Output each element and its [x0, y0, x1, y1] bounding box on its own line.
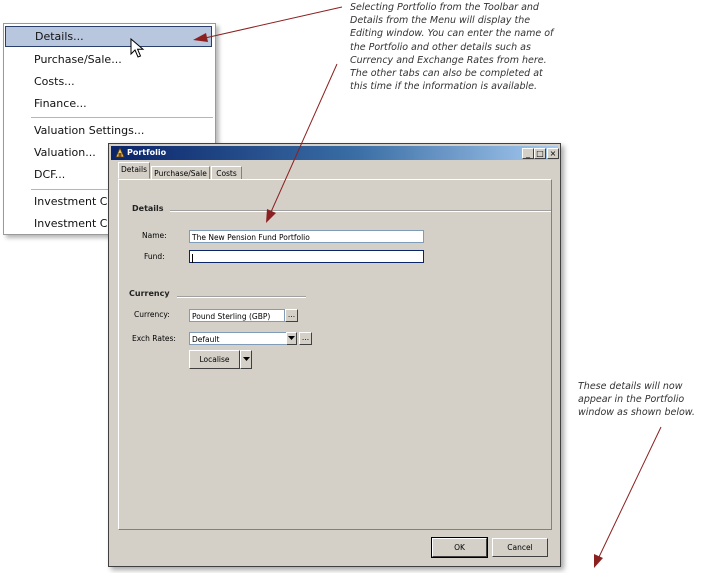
- arrowhead-icon: [594, 554, 603, 568]
- annotation-arrows: [193, 6, 662, 568]
- arrowhead-icon: [193, 33, 208, 42]
- arrowhead-icon: [266, 209, 276, 223]
- arrow-to-name-field: [270, 63, 338, 213]
- arrow-to-menu: [204, 6, 343, 39]
- tab-details[interactable]: Details: [118, 162, 150, 179]
- arrow-down: [598, 426, 662, 558]
